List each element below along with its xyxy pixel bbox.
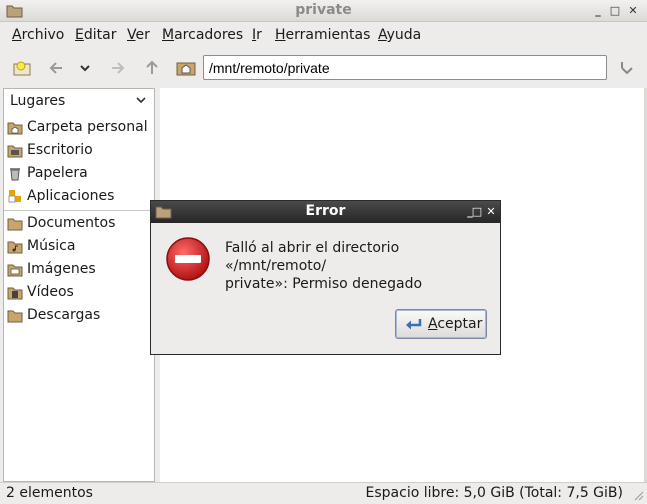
home-folder-icon — [7, 122, 23, 135]
accept-button[interactable]: Aceptar — [395, 309, 487, 339]
pictures-folder-icon — [7, 264, 23, 277]
dialog-titlebar: Error _ □ ✕ — [151, 201, 500, 223]
reload-icon[interactable] — [614, 56, 640, 80]
sidebar-item-label: Vídeos — [27, 284, 74, 300]
downloads-folder-icon — [7, 310, 23, 323]
sidebar-item-label: Música — [27, 238, 76, 254]
new-folder-icon[interactable] — [10, 56, 36, 80]
sidebar-item-documentos[interactable]: Documentos — [4, 213, 154, 235]
dialog-close-button[interactable]: ✕ — [485, 205, 497, 218]
return-arrow-icon — [406, 319, 422, 330]
sidebar-item-carpeta-personal[interactable]: Carpeta personal — [4, 117, 154, 139]
menu-marcadores[interactable]: Marcadores — [162, 27, 243, 43]
sidebar-item-label: Papelera — [27, 165, 88, 181]
menu-archivo[interactable]: Archivo — [12, 27, 64, 43]
chevron-down-icon[interactable] — [135, 94, 147, 106]
sidebar-item-label: Carpeta personal — [27, 119, 148, 135]
close-button[interactable]: ✕ — [626, 4, 640, 18]
sidebar-item-descargas[interactable]: Descargas — [4, 305, 154, 327]
sidebar-item-aplicaciones[interactable]: Aplicaciones — [4, 186, 154, 208]
error-message-line-2: private»: Permiso denegado — [225, 276, 423, 292]
sidebar-item-videos[interactable]: Vídeos — [4, 282, 154, 304]
menu-editar[interactable]: Editar — [75, 27, 116, 43]
window-titlebar: private _ □ ✕ — [0, 0, 647, 22]
up-arrow-icon[interactable] — [139, 56, 165, 80]
menu-ir[interactable]: Ir — [252, 27, 262, 43]
sidebar-item-papelera[interactable]: Papelera — [4, 163, 154, 185]
statusbar: 2 elementos Espacio libre: 5,0 GiB (Tota… — [0, 482, 647, 504]
resize-grip-icon[interactable] — [632, 489, 644, 501]
menubar: Archivo Editar Ver Marcadores Ir Herrami… — [0, 23, 647, 49]
folder-icon — [7, 218, 23, 231]
sidebar-header[interactable]: Lugares — [4, 89, 154, 114]
sidebar-item-label: Imágenes — [27, 261, 96, 277]
error-icon — [166, 237, 210, 281]
error-message-line-1: Falló al abrir el directorio «/mnt/remot… — [225, 240, 400, 274]
chevron-down-icon[interactable] — [75, 56, 95, 80]
applications-icon — [8, 190, 21, 203]
back-arrow-icon[interactable] — [44, 56, 70, 80]
items-count: 2 elementos — [6, 485, 93, 501]
accept-button-label: Aceptar — [428, 316, 483, 332]
maximize-button[interactable]: □ — [608, 4, 622, 18]
minimize-button[interactable]: _ — [591, 4, 605, 18]
free-space: Espacio libre: 5,0 GiB (Total: 7,5 GiB) — [365, 485, 623, 501]
trash-icon — [10, 168, 20, 181]
desktop-folder-icon — [7, 145, 23, 158]
sidebar-item-label: Descargas — [27, 307, 101, 323]
sidebar-separator — [4, 210, 154, 211]
window-title: private — [295, 2, 352, 18]
forward-arrow-icon[interactable] — [105, 56, 131, 80]
dialog-maximize-button[interactable]: □ — [471, 205, 483, 218]
location-input[interactable] — [203, 55, 607, 80]
menu-ver[interactable]: Ver — [127, 27, 150, 43]
error-dialog: Error _ □ ✕ Falló al abrir el directorio… — [150, 200, 501, 355]
error-message: Falló al abrir el directorio «/mnt/remot… — [225, 239, 495, 293]
menu-herramientas[interactable]: Herramientas — [275, 27, 370, 43]
home-icon[interactable] — [173, 56, 199, 80]
sidebar: Lugares Carpeta personal Escritorio Pape… — [3, 88, 155, 482]
sidebar-item-label: Escritorio — [27, 142, 93, 158]
sidebar-item-escritorio[interactable]: Escritorio — [4, 140, 154, 162]
sidebar-item-label: Documentos — [27, 215, 116, 231]
music-folder-icon — [7, 241, 23, 254]
sidebar-item-label: Aplicaciones — [27, 188, 115, 204]
file-manager-window: private _ □ ✕ Archivo Editar Ver Marcado… — [0, 0, 647, 504]
menu-ayuda[interactable]: Ayuda — [378, 27, 421, 43]
dialog-title: Error — [305, 203, 346, 219]
sidebar-title: Lugares — [10, 93, 66, 109]
sidebar-item-imagenes[interactable]: Imágenes — [4, 259, 154, 281]
videos-folder-icon — [7, 287, 23, 300]
sidebar-item-musica[interactable]: Música — [4, 236, 154, 258]
